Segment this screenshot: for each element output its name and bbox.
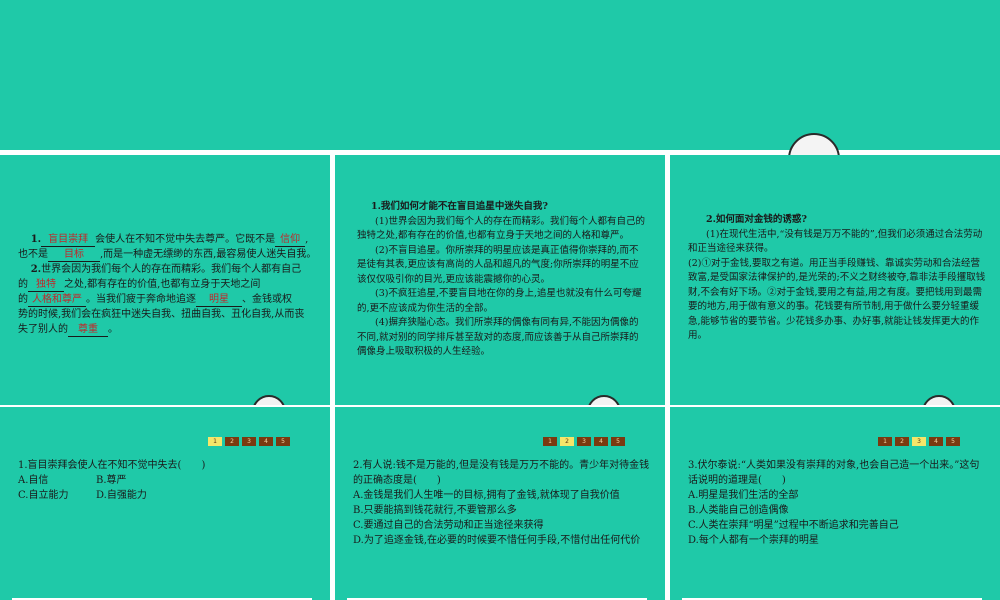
question-text: 3.伏尔泰说:“人类如果没有崇拜的对象,也会自己造一个出来。”这句话说明的道理是…	[688, 458, 988, 548]
pager-item[interactable]: 2	[895, 437, 909, 446]
text-span: ,而是一种虚无缥缈的东西,最容易使人迷失自我。	[100, 249, 317, 260]
slide-question-3: 1 2 3 4 5 3.伏尔泰说:“人类如果没有崇拜的对象,也会自己造一个出来。…	[670, 407, 1000, 600]
option-b[interactable]: B.尊严	[96, 473, 174, 488]
option-d[interactable]: D.每个人都有一个崇拜的明星	[688, 533, 988, 548]
question-pager: 1 2 3 4 5	[878, 437, 960, 446]
question-text: 2.有人说:钱不是万能的,但是没有钱是万万不能的。青少年对待金钱的正确态度是( …	[353, 458, 653, 548]
pager-item[interactable]: 1	[543, 437, 557, 446]
answer-blank: 独特	[28, 278, 64, 292]
text-span: 势的时候,我们会在疯狂中迷失自我、扭曲自我、丑化自我,从而丧	[18, 309, 305, 320]
option-c[interactable]: C.要通过自己的合法劳动和正当途径来获得	[353, 518, 653, 533]
answer-blank: 尊重	[68, 323, 108, 337]
pager-item[interactable]: 5	[276, 437, 290, 446]
option-c[interactable]: C.人类在崇拜“明星”过程中不断追求和完善自己	[688, 518, 988, 533]
answer-blank: 信仰	[275, 233, 306, 247]
question-pager: 1 2 3 4 5	[208, 437, 290, 446]
text-span: 的	[18, 294, 28, 305]
question-pager: 1 2 3 4 5	[543, 437, 625, 446]
question-number: 1.	[30, 234, 42, 245]
text-span: 。	[108, 324, 118, 335]
answer-blank: 明星	[196, 293, 242, 307]
question-text: 1.盲目崇拜会使人在不知不觉中失去( ) A.自信 B.尊严 C.自立能力 D.自强…	[18, 458, 318, 503]
text-span: ,	[305, 234, 309, 245]
slide-ornament	[587, 395, 621, 405]
answer-blank: 盲目崇拜	[41, 233, 96, 247]
pager-item[interactable]: 4	[929, 437, 943, 446]
answer-blank: 人格和尊严	[28, 293, 86, 307]
money-text: 2.如何面对金钱的诱惑? (1)在现代生活中,“没有钱是万万不能的”,但我们必须…	[688, 213, 986, 344]
text-span: 之处,都有存在的价值,也都有立身于天地之间	[64, 279, 261, 290]
star-chasing-text: 1.我们如何才能不在盲目追星中迷失自我? (1)世界会因为我们每个人的存在而精彩…	[357, 200, 647, 360]
option-b[interactable]: B.人类能自己创造偶像	[688, 503, 988, 518]
pager-item[interactable]: 1	[878, 437, 892, 446]
option-c[interactable]: C.自立能力	[18, 488, 96, 503]
section-title: 2.如何面对金钱的诱惑?	[706, 214, 807, 225]
option-a[interactable]: A.自信	[18, 473, 96, 488]
question-stem: 2.有人说:钱不是万能的,但是没有钱是万万不能的。青少年对待金钱的正确态度是( …	[353, 460, 650, 486]
option-a[interactable]: A.金钱是我们人生唯一的目标,拥有了金钱,就体现了自我价值	[353, 488, 653, 503]
pager-item[interactable]: 4	[259, 437, 273, 446]
text-span: 。当我们疲于奔命地追逐	[86, 294, 196, 305]
option-d[interactable]: D.自强能力	[96, 488, 174, 503]
top-slide	[0, 0, 1000, 150]
question-stem: 3.伏尔泰说:“人类如果没有崇拜的对象,也会自己造一个出来。”这句话说明的道理是…	[688, 460, 980, 486]
question-number: 2.	[30, 264, 42, 275]
answer-blank: 目标	[48, 248, 100, 262]
slide-question-1: 1 2 3 4 5 1.盲目崇拜会使人在不知不觉中失去( ) A.自信 B.尊严 …	[0, 407, 330, 600]
slide-ornament	[252, 395, 286, 405]
paragraph: (2)①对于金钱,要取之有道。用正当手段赚钱、靠诚实劳动和合法经营致富,是受国家…	[688, 257, 986, 342]
option-d[interactable]: D.为了追逐金钱,在必要的时候要不惜任何手段,不惜付出任何代价	[353, 533, 653, 548]
paragraph: (4)摒弃狭隘心态。我们所崇拜的偶像有同有异,不能因为偶像的不同,就对别的同学排…	[357, 317, 639, 357]
text-span: 的	[18, 279, 28, 290]
pager-item[interactable]: 5	[946, 437, 960, 446]
section-title: 1.我们如何才能不在盲目追星中迷失自我?	[371, 201, 548, 212]
option-a[interactable]: A.明星是我们生活的全部	[688, 488, 988, 503]
slide-ornament	[922, 395, 956, 405]
pager-item[interactable]: 5	[611, 437, 625, 446]
slide-question-2: 1 2 3 4 5 2.有人说:钱不是万能的,但是没有钱是万万不能的。青少年对待…	[335, 407, 665, 600]
paragraph: (3)不疯狂追星,不要盲目地在你的身上,追星也就没有什么可夸耀的,更不应该成为你…	[357, 288, 642, 314]
text-span: 也不是	[18, 249, 48, 260]
pager-item[interactable]: 3	[577, 437, 591, 446]
text-span: 世界会因为我们每个人的存在而精彩。我们每个人都有自己	[41, 264, 302, 275]
paragraph: (1)在现代生活中,“没有钱是万万不能的”,但我们必须通过合法劳动和正当途径来获…	[688, 228, 983, 255]
slide-money: 2.如何面对金钱的诱惑? (1)在现代生活中,“没有钱是万万不能的”,但我们必须…	[670, 155, 1000, 405]
text-span: 、金钱或权	[242, 294, 292, 305]
pager-item[interactable]: 3	[912, 437, 926, 446]
question-stem: 1.盲目崇拜会使人在不知不觉中失去( )	[18, 460, 206, 471]
text-span: 失了别人的	[18, 324, 68, 335]
pager-item[interactable]: 2	[560, 437, 574, 446]
pager-item[interactable]: 2	[225, 437, 239, 446]
slide-fill-blanks: 1. 盲目崇拜 会使人在不知不觉中失去尊严。它既不是 信仰, 也不是 目标 ,而是一种虚无…	[0, 155, 330, 405]
text-span: 会使人在不知不觉中失去尊严。它既不是	[95, 234, 276, 245]
pager-item[interactable]: 4	[594, 437, 608, 446]
pager-item[interactable]: 1	[208, 437, 222, 446]
slide-star-chasing: 1.我们如何才能不在盲目追星中迷失自我? (1)世界会因为我们每个人的存在而精彩…	[335, 155, 665, 405]
option-b[interactable]: B.只要能搞到钱花就行,不要管那么多	[353, 503, 653, 518]
paragraph: (1)世界会因为我们每个人的存在而精彩。我们每个人都有自己的独特之处,都有存在的…	[357, 215, 645, 242]
fill-blank-text: 1. 盲目崇拜 会使人在不知不觉中失去尊严。它既不是 信仰, 也不是 目标 ,而是一种虚无…	[18, 232, 318, 337]
pager-item[interactable]: 3	[242, 437, 256, 446]
paragraph: (2)不盲目追星。你所崇拜的明星应该是真正值得你崇拜的,而不是徒有其表,更应该有…	[357, 244, 639, 285]
